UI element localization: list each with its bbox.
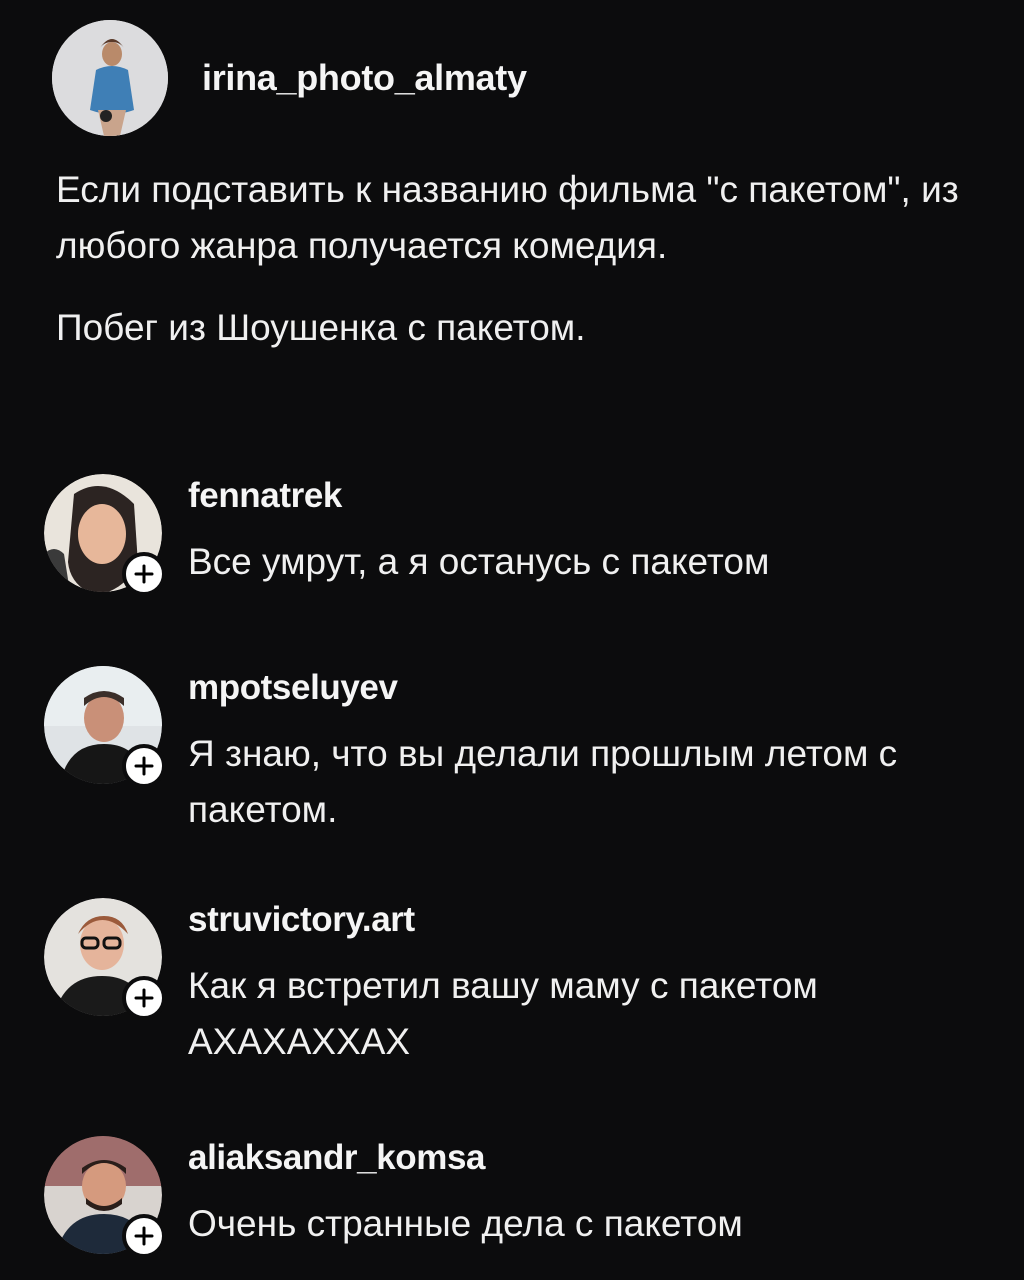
follow-button[interactable]: [122, 744, 166, 788]
comment-username[interactable]: struvictory.art: [188, 900, 415, 940]
comment-text: Все умрут, а я останусь с пакетом: [188, 541, 770, 582]
author-avatar[interactable]: [52, 20, 168, 136]
plus-icon: [134, 988, 154, 1008]
comment-username[interactable]: aliaksandr_komsa: [188, 1138, 486, 1178]
post-paragraph: Побег из Шоушенка с пакетом.: [56, 307, 586, 348]
comment-avatar-wrap: [44, 474, 166, 596]
post-author-username[interactable]: irina_photo_almaty: [202, 57, 527, 99]
comment-avatar-wrap: [44, 666, 166, 788]
comment-username[interactable]: fennatrek: [188, 476, 342, 516]
post-paragraph: Если подставить к названию фильма "с пак…: [56, 169, 959, 266]
follow-button[interactable]: [122, 1214, 166, 1258]
follow-button[interactable]: [122, 552, 166, 596]
follow-button[interactable]: [122, 976, 166, 1020]
comment-username[interactable]: mpotseluyev: [188, 668, 398, 708]
comment-text: Очень странные дела с пакетом: [188, 1203, 743, 1244]
comment-text: Я знаю, что вы делали прошлым летом с па…: [188, 733, 898, 830]
comment-avatar-wrap: [44, 898, 166, 1020]
post-header: irina_photo_almaty: [52, 20, 527, 136]
plus-icon: [134, 1226, 154, 1246]
plus-icon: [134, 756, 154, 776]
comment-avatar-wrap: [44, 1136, 166, 1258]
plus-icon: [134, 564, 154, 584]
post-body: Если подставить к названию фильма "с пак…: [56, 162, 986, 356]
comment-text: Как я встретил вашу маму с пакетом АХАХА…: [188, 965, 818, 1062]
